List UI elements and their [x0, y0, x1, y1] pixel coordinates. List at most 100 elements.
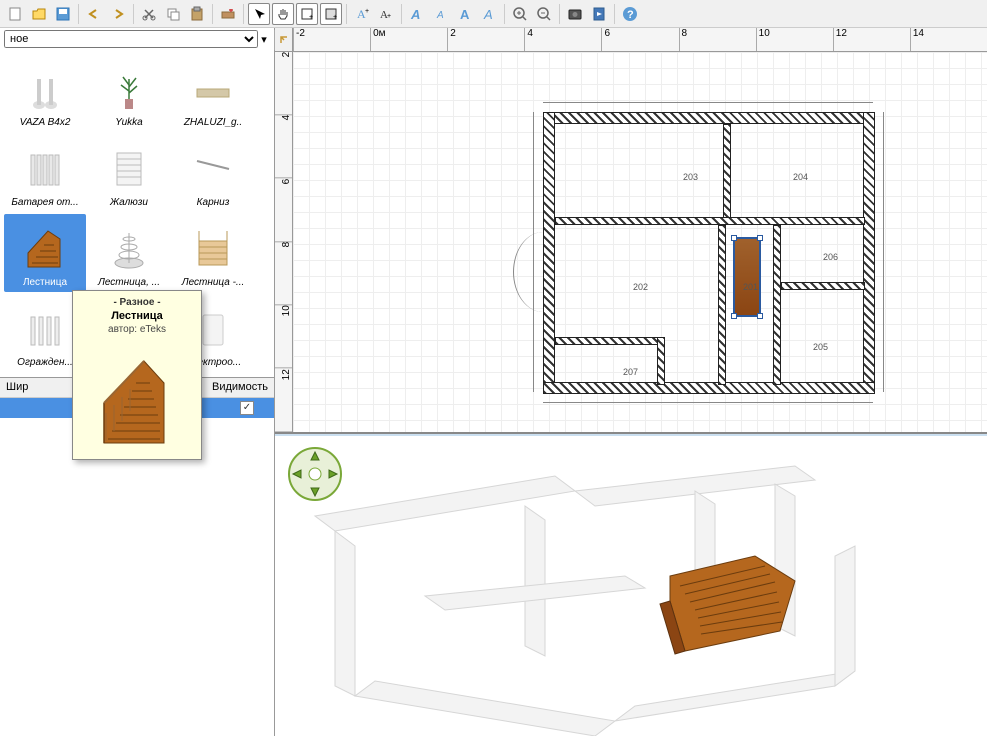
pan-tool-icon[interactable] — [272, 3, 294, 25]
plan-view[interactable]: -20м2468101214 24681012 — [275, 28, 987, 434]
category-bar: ное ▾ — [0, 28, 274, 50]
wall — [718, 225, 726, 385]
wall — [543, 112, 873, 124]
ruler-tick: 10 — [275, 305, 292, 368]
wall — [543, 382, 875, 394]
new-file-icon[interactable] — [4, 3, 26, 25]
stairs-icon — [20, 223, 70, 273]
wall — [773, 225, 781, 385]
ruler-tick: 6 — [601, 28, 678, 51]
column-width-label: Шир — [6, 381, 28, 393]
catalog-item-label: Yukka — [92, 117, 166, 128]
svg-text:+: + — [309, 14, 313, 21]
room-label: 202 — [633, 282, 648, 292]
wall — [555, 337, 665, 345]
toolbar-separator — [212, 4, 213, 24]
create-walls-icon[interactable]: + — [296, 3, 318, 25]
blinds-icon — [188, 63, 238, 113]
3d-view[interactable] — [275, 434, 987, 736]
ruler-tick: 14 — [910, 28, 987, 51]
undo-icon[interactable] — [83, 3, 105, 25]
wall — [555, 217, 865, 225]
stairs-object[interactable] — [733, 237, 761, 317]
text-bold-icon[interactable]: A — [454, 3, 476, 25]
paste-icon[interactable] — [186, 3, 208, 25]
catalog-item-label: Лестница -... — [176, 277, 250, 288]
radiator-icon — [20, 143, 70, 193]
toolbar-separator — [614, 4, 615, 24]
tooltip-author: автор: eTeks — [79, 324, 195, 335]
bay-window — [513, 232, 573, 312]
text-tool-icon[interactable]: A+ — [351, 3, 373, 25]
ruler-tick: 0м — [370, 28, 447, 51]
ruler-tick: 12 — [833, 28, 910, 51]
catalog-item-label: Жалюзи — [92, 197, 166, 208]
catalog-item-stairs2[interactable]: Лестница -... — [172, 214, 254, 292]
svg-text:+: + — [333, 14, 337, 21]
svg-text:A: A — [410, 7, 420, 22]
text-decrease-icon[interactable]: A — [430, 3, 452, 25]
video-icon[interactable] — [588, 3, 610, 25]
toolbar-separator — [243, 4, 244, 24]
catalog-item-label: Лестница, ... — [92, 277, 166, 288]
text-style-icon[interactable]: A+ — [375, 3, 397, 25]
catalog-item-curtain-rod[interactable]: Карниз — [172, 134, 254, 212]
cut-icon[interactable] — [138, 3, 160, 25]
3d-scene — [275, 436, 987, 736]
chevron-down-icon[interactable]: ▾ — [258, 33, 270, 46]
svg-text:A: A — [460, 7, 470, 22]
curtain-rod-icon — [188, 143, 238, 193]
add-furniture-icon[interactable] — [217, 3, 239, 25]
ruler-tick: 8 — [679, 28, 756, 51]
zoom-in-icon[interactable] — [509, 3, 531, 25]
tooltip-preview — [79, 343, 195, 453]
catalog-item-plant[interactable]: Yukka — [88, 54, 170, 132]
catalog-item-label: Карниз — [176, 197, 250, 208]
catalog-item-label: Лестница — [8, 277, 82, 288]
svg-text:A: A — [483, 7, 493, 22]
wall — [723, 124, 731, 224]
ruler-tick: 6 — [275, 179, 292, 242]
vertical-ruler: 24681012 — [275, 52, 293, 432]
visibility-checkbox[interactable]: ✓ — [240, 401, 254, 415]
save-icon[interactable] — [52, 3, 74, 25]
toolbar-separator — [559, 4, 560, 24]
text-increase-icon[interactable]: A — [406, 3, 428, 25]
stairs-3d — [660, 556, 795, 654]
catalog-item-vase[interactable]: VAZA B4x2 — [4, 54, 86, 132]
horizontal-ruler: -20м2468101214 — [293, 28, 987, 52]
select-tool-icon[interactable] — [248, 3, 270, 25]
copy-icon[interactable] — [162, 3, 184, 25]
catalog-item-label: ZHALUZI_g.. — [176, 117, 250, 128]
room-label: 203 — [683, 172, 698, 182]
open-file-icon[interactable] — [28, 3, 50, 25]
main-toolbar: + + A+ A+ A A A A ? — [0, 0, 987, 28]
catalog-item-blinds[interactable]: ZHALUZI_g.. — [172, 54, 254, 132]
room-label: 201 — [743, 282, 758, 292]
redo-icon[interactable] — [107, 3, 129, 25]
furniture-tooltip: - Разное - Лестница автор: eTeks — [72, 290, 202, 460]
catalog-item-radiator[interactable]: Батарея от... — [4, 134, 86, 212]
catalog-item-spiral-stairs[interactable]: Лестница, ... — [88, 214, 170, 292]
wall — [781, 282, 865, 290]
catalog-item-label: Огражден... — [8, 357, 82, 368]
floorplan: 203204202201206205207 — [473, 82, 953, 422]
room-label: 206 — [823, 252, 838, 262]
create-rooms-icon[interactable]: + — [320, 3, 342, 25]
zoom-out-icon[interactable] — [533, 3, 555, 25]
ruler-corner — [275, 28, 293, 52]
toolbar-separator — [401, 4, 402, 24]
catalog-item-stairs[interactable]: Лестница — [4, 214, 86, 292]
help-icon[interactable]: ? — [619, 3, 641, 25]
ruler-tick: 8 — [275, 242, 292, 305]
category-select[interactable]: ное — [4, 30, 258, 48]
toolbar-separator — [504, 4, 505, 24]
text-italic-icon[interactable]: A — [478, 3, 500, 25]
tooltip-category: - Разное - — [79, 297, 195, 308]
catalog-item-blinds2[interactable]: Жалюзи — [88, 134, 170, 212]
ruler-tick: 4 — [524, 28, 601, 51]
room-label: 207 — [623, 367, 638, 377]
plan-canvas[interactable]: 203204202201206205207 — [293, 52, 987, 432]
blinds2-icon — [104, 143, 154, 193]
photo-icon[interactable] — [564, 3, 586, 25]
